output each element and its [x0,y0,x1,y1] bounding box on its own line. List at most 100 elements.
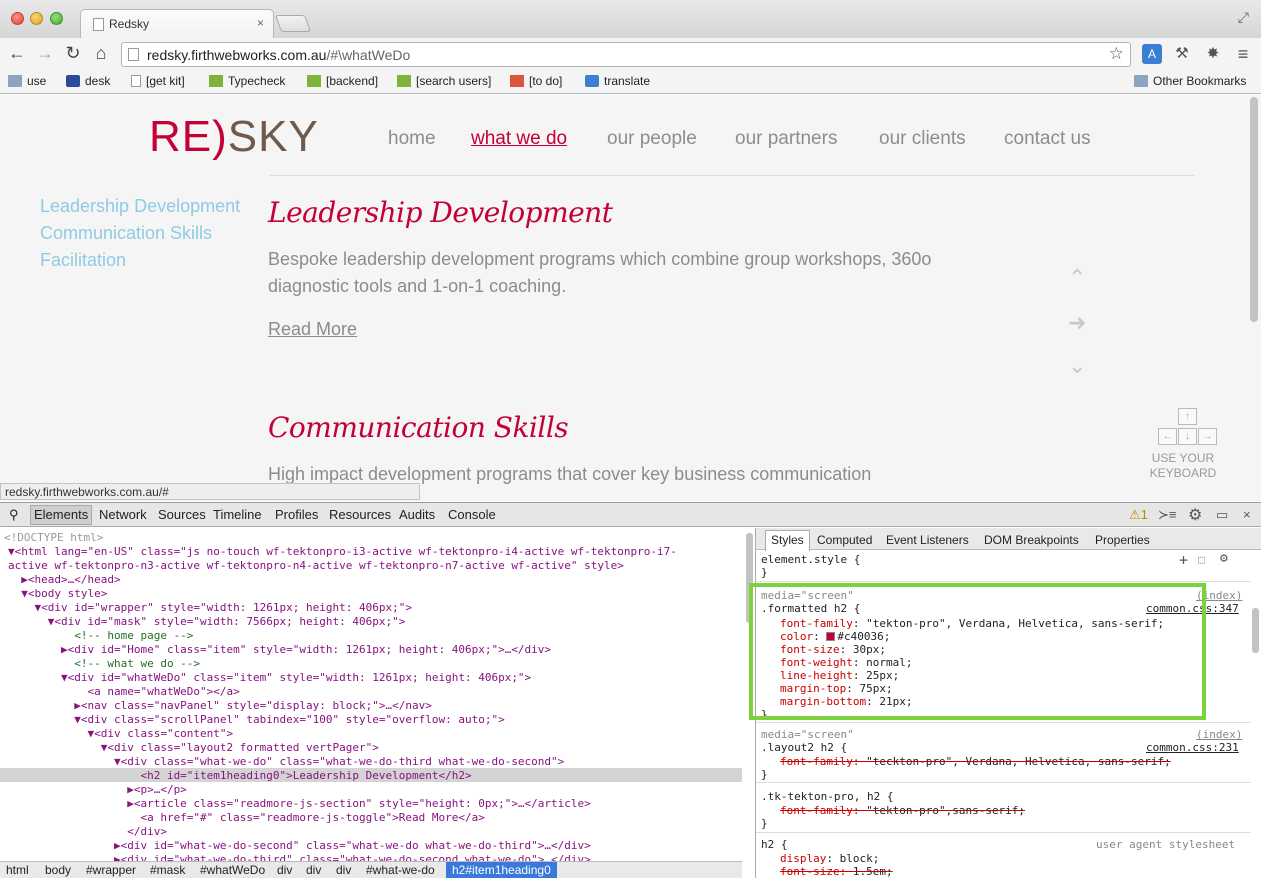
tree-line[interactable]: ▼<div class="layout2 formatted vertPager… [8,741,379,755]
bookmark-translate[interactable]: translate [585,74,650,90]
color-swatch[interactable] [826,632,836,641]
tree-line[interactable]: ▶<div id="what-we-do-second" class="what… [8,839,591,853]
reload-icon[interactable]: ↻ [63,43,83,63]
nav-our-people[interactable]: our people [607,128,697,150]
tree-line[interactable]: ▶<p>…</p> [8,783,187,797]
page-scrollbar[interactable] [1250,97,1258,322]
crumb[interactable]: div [336,863,351,877]
tree-line[interactable]: <!DOCTYPE html> [4,531,103,545]
tab-close-icon[interactable]: × [257,16,264,30]
tree-line[interactable]: </div> [8,825,167,839]
read-more-link[interactable]: Read More [268,319,357,340]
tree-line[interactable]: ▼<div id="mask" style="width: 7566px; he… [8,615,406,629]
tab-properties[interactable]: Properties [1095,533,1150,547]
overridden-css-property[interactable]: font-family: "teckton-pro", Verdana, Hel… [780,755,1171,768]
other-bookmarks[interactable]: Other Bookmarks [1134,74,1246,90]
pager-next-icon[interactable]: ➜ [1068,310,1086,336]
tree-line[interactable]: ▶<nav class="navPanel" style="display: b… [8,699,432,713]
style-settings-gear-icon[interactable]: ⚙ [1220,551,1228,566]
tree-line[interactable]: ▼<div id="wrapper" style="width: 1261px;… [8,601,412,615]
css-property[interactable]: color: #c40036; [780,630,890,643]
tree-line[interactable]: <!-- home page --> [8,629,193,643]
css-property[interactable]: font-size: 30px; [780,643,886,656]
tab-elements[interactable]: Elements [30,505,93,525]
tab-sources[interactable]: Sources [158,507,206,522]
show-console-icon[interactable]: ≻≡ [1158,507,1176,523]
bookmark-typecheck[interactable]: Typecheck [209,74,285,90]
add-rule-icon[interactable]: + [1179,551,1188,569]
bookmark-backend[interactable]: [backend] [307,74,378,90]
home-icon[interactable]: ⌂ [91,43,111,63]
nav-contact-us[interactable]: contact us [1004,128,1091,150]
tab-computed[interactable]: Computed [817,533,872,547]
tab-resources[interactable]: Resources [329,507,391,522]
css-property[interactable]: display: block; [780,852,879,865]
rule-source-link[interactable]: common.css:347 [1146,602,1239,615]
tree-line[interactable]: ▶<div id="Home" class="item" style="widt… [8,643,551,657]
crumb[interactable]: #whatWeDo [200,863,265,877]
crumb[interactable]: div [277,863,292,877]
rule-origin[interactable]: (index) [1196,728,1242,741]
nav-our-partners[interactable]: our partners [735,128,837,150]
bookmark-search-users[interactable]: [search users] [397,74,491,90]
pager-up-icon[interactable]: ⌃ [1068,265,1086,291]
nav-home[interactable]: home [388,128,436,150]
tab-network[interactable]: Network [99,507,147,522]
tab-event-listeners[interactable]: Event Listeners [886,533,969,547]
tab-profiles[interactable]: Profiles [275,507,318,522]
tree-line[interactable]: ▼<html lang="en-US" class="js no-touch w… [8,545,677,559]
subnav-leadership-development[interactable]: Leadership Development [40,196,240,217]
tree-line[interactable]: ▼<body style> [8,587,107,601]
tab-dom-breakpoints[interactable]: DOM Breakpoints [984,533,1079,547]
fullscreen-icon[interactable]: ⤢ [1238,9,1249,26]
crumb-selected[interactable]: h2#item1heading0 [446,862,557,878]
tree-line[interactable]: <!-- what we do --> [8,657,200,671]
rule-selector[interactable]: .formatted h2 { [761,602,860,615]
styles-scrollbar[interactable] [1252,608,1259,653]
overridden-css-property[interactable]: font-size: 1.5em; [780,865,893,878]
rule-origin[interactable]: (index) [1196,589,1242,602]
bookmark-to-do[interactable]: [to do] [510,74,562,90]
tree-line[interactable]: ▶<div id="what-we-do-third" class="what-… [8,853,591,861]
tree-line[interactable]: ▶<head>…</head> [8,573,120,587]
tree-line[interactable]: ▼<div class="content"> [8,727,233,741]
rule-selector[interactable]: .layout2 h2 { [761,741,847,754]
css-property[interactable]: font-weight: normal; [780,656,912,669]
browser-tab[interactable]: Redsky × [80,9,274,38]
extension-icon[interactable]: ✸ [1203,44,1223,64]
elements-scrollbar[interactable] [746,533,753,623]
crumb[interactable]: div [306,863,321,877]
warning-count[interactable]: ⚠1 [1129,507,1148,523]
redsky-logo[interactable]: RE)SKY [149,112,319,162]
wrench-icon[interactable]: ⚒ [1172,44,1192,64]
dock-icon[interactable]: ▭ [1216,507,1228,523]
css-property[interactable]: margin-bottom: 21px; [780,695,912,708]
selected-tree-line[interactable]: <h2 id="item1heading0">Leadership Develo… [8,769,471,783]
tab-console[interactable]: Console [448,507,496,522]
back-icon[interactable]: ← [7,43,27,63]
subnav-communication-skills[interactable]: Communication Skills [40,223,212,244]
close-devtools-icon[interactable]: × [1243,507,1251,522]
nav-what-we-do[interactable]: what we do [471,128,567,150]
new-tab-button[interactable] [274,15,312,32]
rule-selector[interactable]: element.style { [761,553,860,566]
element-state-icon[interactable]: ⬚ [1198,553,1205,566]
tab-timeline[interactable]: Timeline [213,507,262,522]
address-bar[interactable]: redsky.firthwebworks.com.au/#\whatWeDo ☆ [121,42,1131,67]
rule-selector[interactable]: h2 { [761,838,788,851]
subnav-facilitation[interactable]: Facilitation [40,250,126,271]
rule-source-link[interactable]: common.css:231 [1146,741,1239,754]
bookmark-star-icon[interactable]: ☆ [1109,44,1124,64]
tree-line[interactable]: active wf-tektonpro-n3-active wf-tektonp… [8,559,624,573]
tab-styles[interactable]: Styles [765,530,810,551]
rule-selector[interactable]: .tk-tekton-pro, h2 { [761,790,893,803]
tree-line[interactable]: ▼<div id="whatWeDo" class="item" style="… [8,671,531,685]
tree-line[interactable]: <a href="#" class="readmore-js-toggle">R… [8,811,484,825]
css-property[interactable]: margin-top: 75px; [780,682,893,695]
tree-line[interactable]: <a name="whatWeDo"></a> [8,685,239,699]
zoom-window-button[interactable] [50,12,63,25]
crumb[interactable]: #mask [150,863,185,877]
pager-down-icon[interactable]: ⌄ [1068,353,1086,379]
close-window-button[interactable] [11,12,24,25]
css-property[interactable]: line-height: 25px; [780,669,899,682]
